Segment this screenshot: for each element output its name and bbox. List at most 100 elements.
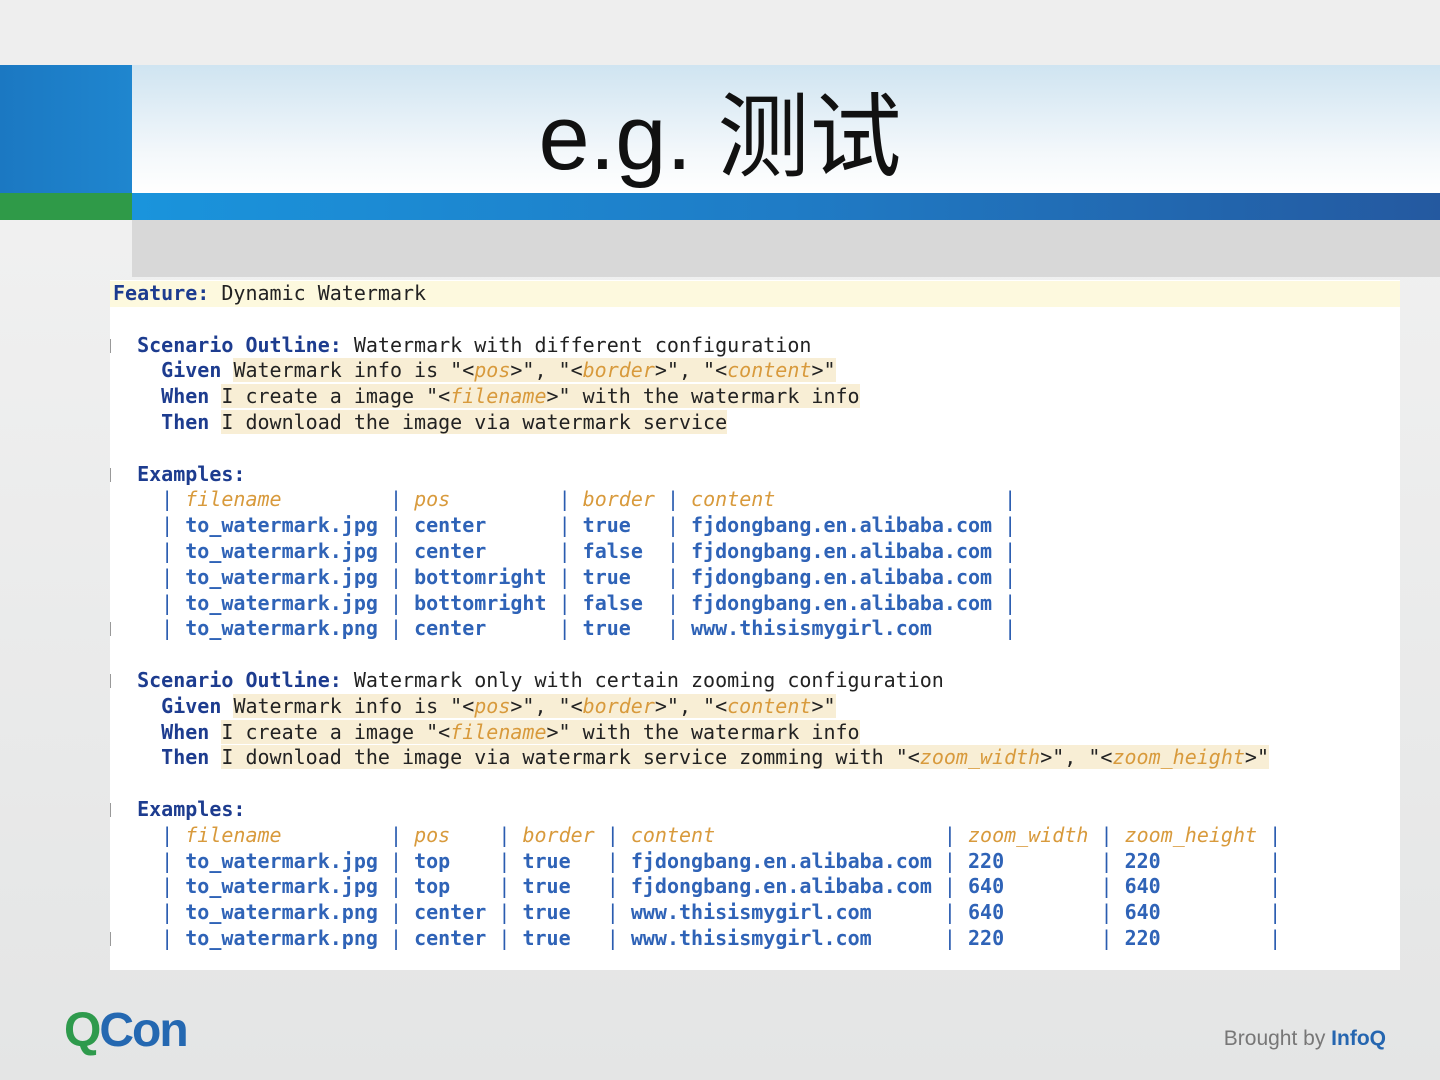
code-token: Watermark with different configuration <box>341 332 812 357</box>
keyword: When <box>161 719 210 744</box>
keyword: Examples: <box>137 461 246 486</box>
table-pipe: | <box>389 925 415 950</box>
table-pipe: | <box>1004 513 1017 538</box>
table-pipe: | <box>161 513 186 538</box>
table-pipe: | <box>161 900 186 925</box>
table-pipe: | <box>389 564 415 589</box>
table-cell: bottomright <box>414 590 547 615</box>
gutter-marker <box>110 338 111 353</box>
table-pipe: | <box>389 848 415 873</box>
table-pipe: | <box>1269 874 1282 899</box>
gutter-marker <box>110 931 111 946</box>
table-cell: center <box>414 538 487 563</box>
brought-by-infoq: Brought by InfoQ <box>1224 1027 1386 1051</box>
table-pipe: | <box>558 538 583 563</box>
table-cell: true <box>582 513 631 538</box>
code-token: Watermark only with certain zooming conf… <box>341 667 944 692</box>
table-pipe: | <box>1100 874 1125 899</box>
examples-label: Examples: <box>110 797 1400 823</box>
keyword: Given <box>161 693 222 718</box>
table-pipe: | <box>498 822 523 847</box>
table-pipe: | <box>943 822 969 847</box>
brought-by-text: Brought by <box>1223 1027 1332 1050</box>
table-cell: fjdongbang.en.alibaba.com <box>691 564 993 589</box>
table-row: | to_watermark.jpg | center | false | fj… <box>110 539 1400 565</box>
infoq-logo: InfoQ <box>1331 1027 1386 1050</box>
blue-stripe <box>132 193 1440 220</box>
table-header: pos <box>414 822 451 847</box>
step-line: Given Watermark info is "<pos>", "<borde… <box>110 693 1400 720</box>
table-pipe: | <box>161 874 186 899</box>
table-cell: 220 <box>1124 925 1161 950</box>
logo-q: Q <box>64 1004 101 1057</box>
table-cell: center <box>414 900 487 925</box>
gherkin-code-screenshot: Feature: Dynamic Watermark Scenario Outl… <box>110 280 1400 970</box>
table-header-row: | filename | pos | border | content | <box>110 487 1400 513</box>
step-line: When I create a image "<filename>" with … <box>110 384 1400 410</box>
table-header-row: | filename | pos | border | content | zo… <box>110 823 1400 849</box>
table-pipe: | <box>389 487 415 512</box>
table-cell: www.thisismygirl.com <box>691 616 932 641</box>
keyword: Scenario Outline: <box>137 667 342 692</box>
table-pipe: | <box>161 925 186 950</box>
table-pipe: | <box>1004 590 1017 615</box>
table-cell: to_watermark.jpg <box>185 848 378 873</box>
table-pipe: | <box>666 487 692 512</box>
table-cell: 640 <box>1124 874 1161 899</box>
keyword: Examples: <box>137 796 246 821</box>
table-cell: fjdongbang.en.alibaba.com <box>630 874 932 899</box>
examples-label: Examples: <box>110 462 1400 488</box>
table-cell: 640 <box>968 900 1005 925</box>
table-row: | to_watermark.png | center | true | www… <box>110 616 1400 642</box>
table-pipe: | <box>558 487 583 512</box>
table-pipe: | <box>1100 900 1125 925</box>
table-pipe: | <box>666 616 692 641</box>
table-pipe: | <box>943 925 969 950</box>
table-header: content <box>691 487 776 512</box>
table-cell: true <box>522 874 571 899</box>
table-cell: fjdongbang.en.alibaba.com <box>691 513 993 538</box>
code-token: pos <box>474 693 511 718</box>
table-cell: 220 <box>1124 848 1161 873</box>
qcon-logo: QCon <box>64 1003 189 1058</box>
table-pipe: | <box>606 925 631 950</box>
table-pipe: | <box>498 900 523 925</box>
table-cell: 640 <box>1124 900 1161 925</box>
table-pipe: | <box>161 564 186 589</box>
table-cell: fjdongbang.en.alibaba.com <box>630 848 932 873</box>
table-pipe: | <box>606 822 631 847</box>
table-row: | to_watermark.jpg | bottomright | true … <box>110 565 1400 591</box>
table-pipe: | <box>161 487 186 512</box>
table-pipe: | <box>389 513 415 538</box>
